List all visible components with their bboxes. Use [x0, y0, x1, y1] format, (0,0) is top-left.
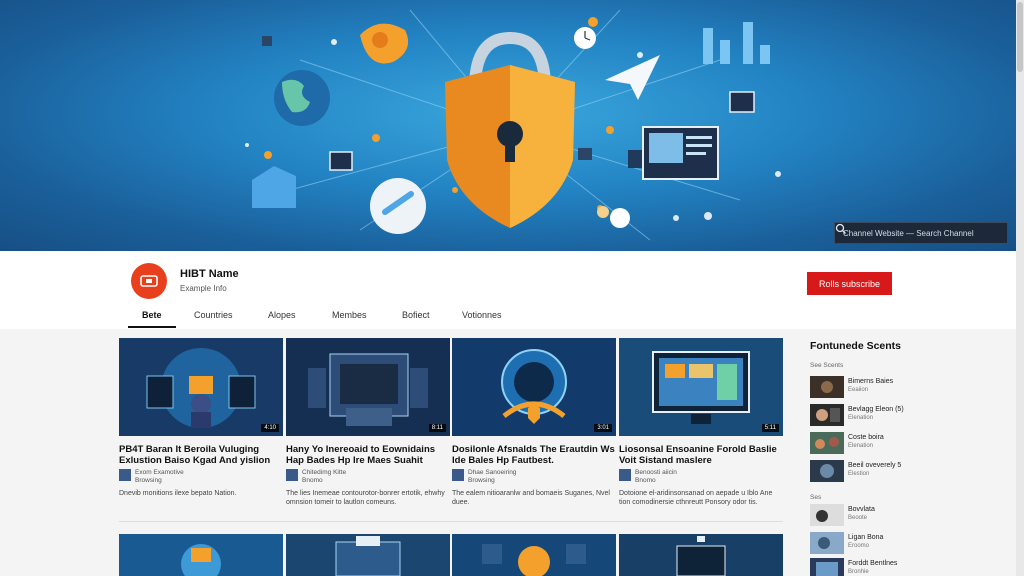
video-card[interactable] — [619, 534, 783, 576]
sidebar-item-sub: Eroomo — [848, 543, 870, 549]
video-thumbnail-image[interactable] — [452, 534, 616, 576]
video-thumbnail[interactable]: 4:10 — [119, 338, 283, 436]
sidebar-item-title[interactable]: Coste boira — [848, 434, 884, 441]
sidebar-item-sub: Elenation — [848, 443, 874, 449]
tab-bofiect[interactable]: Bofiect — [388, 306, 444, 328]
sidebar-item-title[interactable]: Bevlagg Eleon (5) — [848, 406, 904, 413]
video-card[interactable] — [452, 534, 616, 576]
channel-search-text: Channel Website — Search Channel — [843, 228, 974, 238]
video-thumbnail-image — [119, 338, 283, 436]
tab-alopes[interactable]: Alopes — [254, 306, 314, 328]
sidebar-title: Fontunede Scents — [810, 340, 902, 352]
sidebar-item-thumbnail[interactable] — [810, 532, 844, 554]
uploader-name[interactable]: Benoosti aiicin — [635, 469, 677, 476]
sidebar-item-sub: Beoote — [848, 515, 868, 521]
video-card[interactable] — [119, 534, 283, 576]
uploader-name[interactable]: Exom Examotive — [135, 469, 184, 476]
video-thumbnail-image — [619, 338, 783, 436]
video-thumbnail-image[interactable] — [286, 534, 450, 576]
video-duration: 8:11 — [428, 424, 446, 432]
video-description: Dnevib monitions ilexe bepato Nation. — [119, 490, 237, 497]
sidebar-item-thumbnail[interactable] — [810, 504, 844, 526]
video-thumbnail-image[interactable] — [119, 534, 283, 576]
video-meta: Dhae Sanoeiring Browsing — [452, 469, 516, 485]
video-thumbnail-image — [286, 338, 450, 436]
channel-name: HIBT Name — [180, 268, 239, 280]
video-stats: Browsing — [135, 477, 162, 484]
channel-search-box[interactable]: Channel Website — Search Channel — [834, 222, 1008, 244]
banner-illustration — [245, 9, 781, 241]
video-title[interactable]: PB4T Baran It Beroila Vuluging Exlustion… — [119, 444, 283, 466]
video-card[interactable] — [286, 534, 450, 576]
sidebar-item-title[interactable]: Ligan Bona — [848, 534, 883, 541]
sidebar-item-thumbnail[interactable] — [810, 404, 844, 426]
video-duration: 3:01 — [594, 424, 612, 432]
video-duration: 4:10 — [261, 424, 279, 432]
uploader-avatar[interactable] — [119, 469, 131, 481]
scrollbar-thumb[interactable] — [1017, 2, 1023, 72]
sidebar-item-sub: Bronhie — [848, 569, 869, 575]
video-title[interactable]: Hany Yo Inereoaid to Eownidains Hap Bade… — [286, 444, 450, 466]
sidebar-item-thumbnail[interactable] — [810, 460, 844, 482]
sidebar-section-label: Ses — [810, 494, 822, 501]
sidebar-item[interactable]: Coste boira Elenation — [810, 432, 1010, 454]
search-icon[interactable] — [835, 223, 847, 235]
sidebar-item-thumbnail[interactable] — [810, 376, 844, 398]
sidebar-item-title[interactable]: Bovvlata — [848, 506, 875, 513]
channel-tabs: Bete Countries Alopes Membes Bofiect Vot… — [128, 306, 518, 328]
video-thumbnail-image — [452, 338, 616, 436]
uploader-avatar[interactable] — [619, 469, 631, 481]
sidebar-item[interactable]: Bovvlata Beoote — [810, 504, 1010, 526]
sidebar-item[interactable]: Beeil oveverely 5 Elestion — [810, 460, 1010, 482]
sidebar-item-title[interactable]: Beeil oveverely 5 — [848, 462, 901, 469]
video-meta: Benoosti aiicin Bnomo — [619, 469, 677, 485]
sidebar-item-sub: Eeaiion — [848, 387, 869, 393]
sidebar-item[interactable]: Bimerns Baies Eeaiion — [810, 376, 1010, 398]
page-scrollbar[interactable] — [1016, 0, 1024, 576]
uploader-avatar[interactable] — [452, 469, 464, 481]
video-thumbnail[interactable]: 8:11 — [286, 338, 450, 436]
video-description: The ealem nitioaranlw and bomaeis Sugane… — [452, 490, 610, 506]
sidebar-item-title[interactable]: Forddt Bentlnes — [848, 560, 897, 567]
section-divider — [119, 521, 783, 522]
sidebar-item[interactable]: Bevlagg Eleon (5) Elenation — [810, 404, 1010, 426]
tab-votionnes[interactable]: Votionnes — [448, 306, 518, 328]
video-stats: Browsing — [468, 477, 495, 484]
video-thumbnail[interactable]: 5:11 — [619, 338, 783, 436]
sidebar-item-sub: Elenation — [848, 415, 874, 421]
channel-banner: Channel Website — Search Channel — [0, 0, 1024, 251]
uploader-name[interactable]: Chitedimg Kitte — [302, 469, 346, 476]
tab-membes[interactable]: Membes — [318, 306, 384, 328]
sidebar-item-title[interactable]: Bimerns Baies — [848, 378, 893, 385]
subscribe-button[interactable]: Rolls subscribe — [807, 272, 892, 295]
video-meta: Chitedimg Kitte Bnomo — [286, 469, 346, 485]
sidebar-item-thumbnail[interactable] — [810, 558, 844, 576]
video-title[interactable]: Dosilonle Afsnalds The Erautdin Ws Ide B… — [452, 444, 616, 466]
sidebar-item-thumbnail[interactable] — [810, 432, 844, 454]
sidebar-item-sub: Elestion — [848, 471, 870, 477]
uploader-name[interactable]: Dhae Sanoeiring — [468, 469, 516, 476]
video-description: Dotoione el-aridinsonsanad on aepade u I… — [619, 490, 773, 506]
channel-logo-icon — [140, 275, 158, 287]
sidebar-subtitle[interactable]: See Scents — [810, 362, 843, 369]
video-description: The lies Inemeae contourotor-bonrer erto… — [286, 490, 445, 506]
video-stats: Bnomo — [302, 477, 323, 484]
video-thumbnail[interactable]: 3:01 — [452, 338, 616, 436]
sidebar-item[interactable]: Forddt Bentlnes Bronhie — [810, 558, 1010, 576]
video-title[interactable]: Liosonsal Ensoanine Forold Baslie Voit S… — [619, 444, 783, 466]
tab-countries[interactable]: Countries — [180, 306, 248, 328]
sidebar-item[interactable]: Ligan Bona Eroomo — [810, 532, 1010, 554]
channel-subscriber-info: Example Info — [180, 284, 227, 293]
tab-home[interactable]: Bete — [128, 306, 176, 328]
video-duration: 5:11 — [761, 424, 779, 432]
video-stats: Bnomo — [635, 477, 656, 484]
video-thumbnail-image[interactable] — [619, 534, 783, 576]
video-meta: Exom Examotive Browsing — [119, 469, 184, 485]
channel-avatar[interactable] — [131, 263, 167, 299]
uploader-avatar[interactable] — [286, 469, 298, 481]
